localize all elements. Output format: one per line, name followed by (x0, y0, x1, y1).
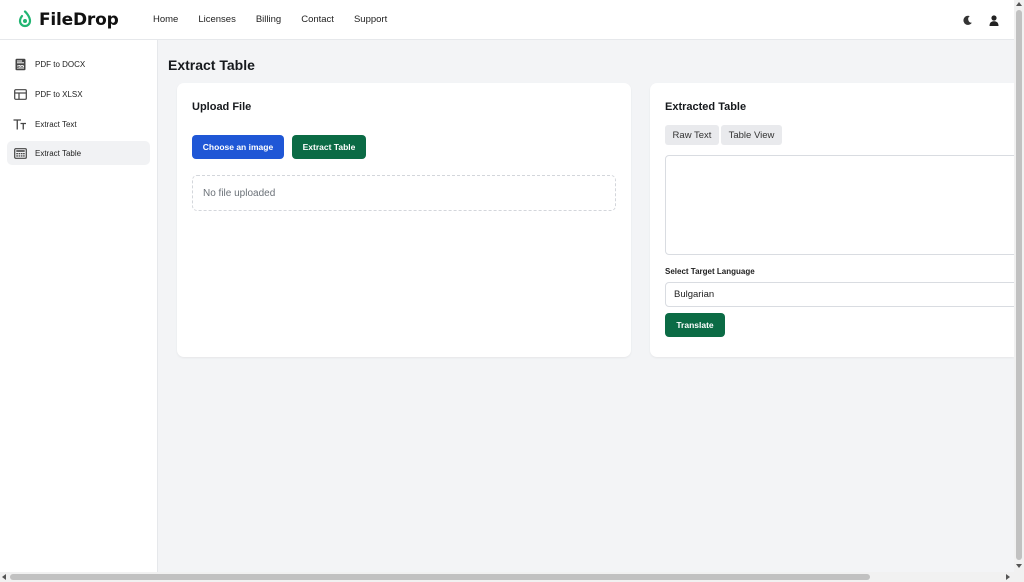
nav-contact[interactable]: Contact (301, 14, 334, 25)
horizontal-scroll-thumb[interactable] (10, 574, 870, 580)
scroll-up-icon[interactable] (1016, 2, 1022, 6)
choose-image-button[interactable]: Choose an image (192, 135, 284, 159)
scroll-right-icon[interactable] (1006, 574, 1010, 580)
main-content: Extract Table Upload File Choose an imag… (158, 40, 1020, 572)
table-layout-icon (13, 87, 27, 101)
horizontal-scrollbar[interactable] (0, 572, 1024, 582)
doc-file-icon: DOC (13, 57, 27, 71)
sidebar-item-extract-text[interactable]: Extract Text (7, 112, 150, 136)
vertical-scroll-thumb[interactable] (1016, 10, 1022, 560)
top-navbar: FileDrop Home Licenses Billing Contact S… (0, 0, 1014, 40)
moon-icon[interactable] (960, 13, 974, 27)
filedrop-logo-icon (18, 10, 32, 28)
target-language-select[interactable]: Bulgarian (665, 282, 1020, 307)
nav-home[interactable]: Home (153, 14, 178, 25)
sidebar-item-pdf-to-xlsx[interactable]: PDF to XLSX (7, 82, 150, 106)
calculator-table-icon (13, 146, 27, 160)
extracted-card-title: Extracted Table (665, 101, 747, 113)
user-icon[interactable] (987, 13, 1001, 27)
extract-table-button[interactable]: Extract Table (292, 135, 366, 159)
nav-billing[interactable]: Billing (256, 14, 281, 25)
target-language-label: Select Target Language (665, 267, 755, 276)
sidebar-item-pdf-to-docx[interactable]: DOC PDF to DOCX (7, 52, 150, 76)
sidebar-item-label: PDF to DOCX (35, 59, 86, 69)
tab-table-view[interactable]: Table View (721, 125, 782, 145)
upload-card-title: Upload File (192, 101, 252, 113)
translate-button[interactable]: Translate (665, 313, 725, 337)
logo[interactable]: FileDrop (16, 10, 119, 30)
text-format-icon (13, 117, 27, 131)
nav-licenses[interactable]: Licenses (198, 14, 236, 25)
scroll-left-icon[interactable] (2, 574, 6, 580)
tab-raw-text[interactable]: Raw Text (665, 125, 719, 145)
sidebar-item-label: Extract Text (35, 119, 77, 129)
vertical-scrollbar[interactable] (1014, 0, 1024, 572)
main-nav: Home Licenses Billing Contact Support (153, 14, 407, 25)
extracted-table-card: Extracted Table Raw Text Table View Sele… (650, 83, 1020, 357)
sidebar-item-label: PDF to XLSX (35, 89, 83, 99)
sidebar: DOC PDF to DOCX PDF to XLSX Extract Text… (0, 40, 158, 572)
nav-support[interactable]: Support (354, 14, 387, 25)
svg-text:DOC: DOC (16, 64, 24, 68)
sidebar-item-extract-table[interactable]: Extract Table (7, 141, 150, 165)
scroll-down-icon[interactable] (1016, 564, 1022, 568)
app-name: FileDrop (39, 10, 119, 30)
extracted-text-area[interactable] (665, 155, 1020, 255)
upload-file-card: Upload File Choose an image Extract Tabl… (177, 83, 631, 357)
file-dropzone[interactable]: No file uploaded (192, 175, 616, 211)
page-title: Extract Table (168, 57, 255, 73)
sidebar-item-label: Extract Table (35, 148, 82, 158)
